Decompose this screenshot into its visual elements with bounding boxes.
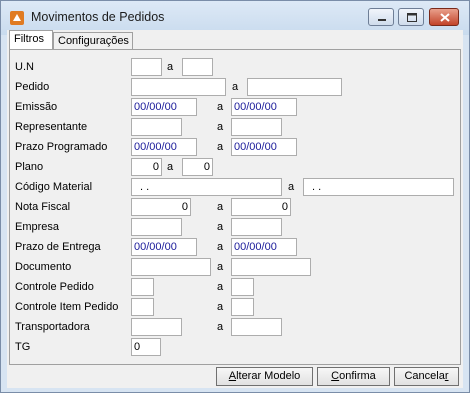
controle-pedido-label: Controle Pedido bbox=[15, 281, 94, 293]
representante-label: Representante bbox=[15, 121, 88, 133]
tab-configuracoes[interactable]: Configurações bbox=[53, 32, 133, 50]
range-separator: a bbox=[288, 181, 295, 193]
window-title: Movimentos de Pedidos bbox=[31, 10, 165, 24]
tg-input[interactable]: 0 bbox=[131, 338, 161, 356]
range-separator: a bbox=[217, 221, 224, 233]
range-separator: a bbox=[167, 61, 174, 73]
accelerator-letter: C bbox=[331, 370, 340, 382]
transportadora-to-input[interactable] bbox=[231, 318, 282, 336]
emissao-from-input[interactable]: 00/00/00 bbox=[131, 98, 197, 116]
prazo-programado-to-input[interactable]: 00/00/00 bbox=[231, 138, 297, 156]
controle-item-pedido-from-input[interactable] bbox=[131, 298, 154, 316]
pedido-to-input[interactable] bbox=[247, 78, 342, 96]
prazo-programado-from-input[interactable]: 00/00/00 bbox=[131, 138, 197, 156]
pedido-label: Pedido bbox=[15, 81, 50, 93]
tab-label: Filtros bbox=[14, 33, 44, 45]
maximize-button[interactable] bbox=[398, 8, 424, 26]
representante-from-input[interactable] bbox=[131, 118, 182, 136]
un-from-input[interactable] bbox=[131, 58, 162, 76]
nota-fiscal-from-input[interactable]: 0 bbox=[131, 198, 191, 216]
tg-label: TG bbox=[15, 341, 31, 353]
controle-item-pedido-label: Controle Item Pedido bbox=[15, 301, 119, 313]
alterar-modelo-button[interactable]: Alterar Modelo bbox=[216, 367, 313, 386]
range-separator: a bbox=[217, 121, 224, 133]
accelerator-letter: r bbox=[444, 370, 449, 382]
codigo-material-label: Código Material bbox=[15, 181, 93, 193]
representante-to-input[interactable] bbox=[231, 118, 282, 136]
filters-panel: U.N a Pedido a Emissão 00/00/00 a 00/00/… bbox=[9, 49, 461, 365]
accelerator-letter: A bbox=[228, 370, 237, 382]
range-separator: a bbox=[217, 321, 224, 333]
tab-filtros[interactable]: Filtros bbox=[9, 30, 53, 50]
prazo-entrega-label: Prazo de Entrega bbox=[15, 241, 101, 253]
transportadora-from-input[interactable] bbox=[131, 318, 182, 336]
maximize-icon bbox=[407, 13, 417, 22]
codigo-material-to-input[interactable]: . . bbox=[303, 178, 454, 196]
documento-label: Documento bbox=[15, 261, 72, 273]
range-separator: a bbox=[217, 141, 224, 153]
empresa-from-input[interactable] bbox=[131, 218, 182, 236]
close-icon bbox=[440, 13, 450, 22]
button-label: onfirma bbox=[339, 370, 376, 382]
minimize-icon bbox=[378, 19, 386, 21]
confirma-button[interactable]: Confirma bbox=[317, 367, 390, 386]
un-to-input[interactable] bbox=[182, 58, 213, 76]
range-separator: a bbox=[167, 161, 174, 173]
button-label: lterar Modelo bbox=[236, 370, 301, 382]
plano-from-input[interactable]: 0 bbox=[131, 158, 162, 176]
empresa-to-input[interactable] bbox=[231, 218, 282, 236]
minimize-button[interactable] bbox=[368, 8, 394, 26]
app-icon bbox=[10, 11, 24, 25]
cancelar-button[interactable]: Cancelar bbox=[394, 367, 459, 386]
nota-fiscal-label: Nota Fiscal bbox=[15, 201, 71, 213]
controle-pedido-from-input[interactable] bbox=[131, 278, 154, 296]
tab-label: Configurações bbox=[58, 35, 129, 47]
transportadora-label: Transportadora bbox=[15, 321, 90, 333]
codigo-material-from-input[interactable]: . . bbox=[131, 178, 282, 196]
range-separator: a bbox=[217, 281, 224, 293]
empresa-label: Empresa bbox=[15, 221, 60, 233]
range-separator: a bbox=[217, 201, 224, 213]
dialog-window: Movimentos de Pedidos Filtros Configuraç… bbox=[0, 0, 470, 393]
nota-fiscal-to-input[interactable]: 0 bbox=[231, 198, 291, 216]
documento-to-input[interactable] bbox=[231, 258, 311, 276]
range-separator: a bbox=[217, 241, 224, 253]
controle-pedido-to-input[interactable] bbox=[231, 278, 254, 296]
range-separator: a bbox=[217, 301, 224, 313]
dialog-client: Filtros Configurações U.N a Pedido a Emi… bbox=[7, 30, 463, 388]
prazo-programado-label: Prazo Programado bbox=[15, 141, 108, 153]
close-button[interactable] bbox=[429, 8, 459, 26]
button-label: Cancela bbox=[404, 370, 445, 382]
range-separator: a bbox=[217, 261, 224, 273]
emissao-label: Emissão bbox=[15, 101, 58, 113]
documento-from-input[interactable] bbox=[131, 258, 211, 276]
controle-item-pedido-to-input[interactable] bbox=[231, 298, 254, 316]
emissao-to-input[interactable]: 00/00/00 bbox=[231, 98, 297, 116]
range-separator: a bbox=[217, 101, 224, 113]
prazo-entrega-to-input[interactable]: 00/00/00 bbox=[231, 238, 297, 256]
un-label: U.N bbox=[15, 61, 34, 73]
plano-to-input[interactable]: 0 bbox=[182, 158, 213, 176]
pedido-from-input[interactable] bbox=[131, 78, 226, 96]
range-separator: a bbox=[232, 81, 239, 93]
plano-label: Plano bbox=[15, 161, 44, 173]
prazo-entrega-from-input[interactable]: 00/00/00 bbox=[131, 238, 197, 256]
